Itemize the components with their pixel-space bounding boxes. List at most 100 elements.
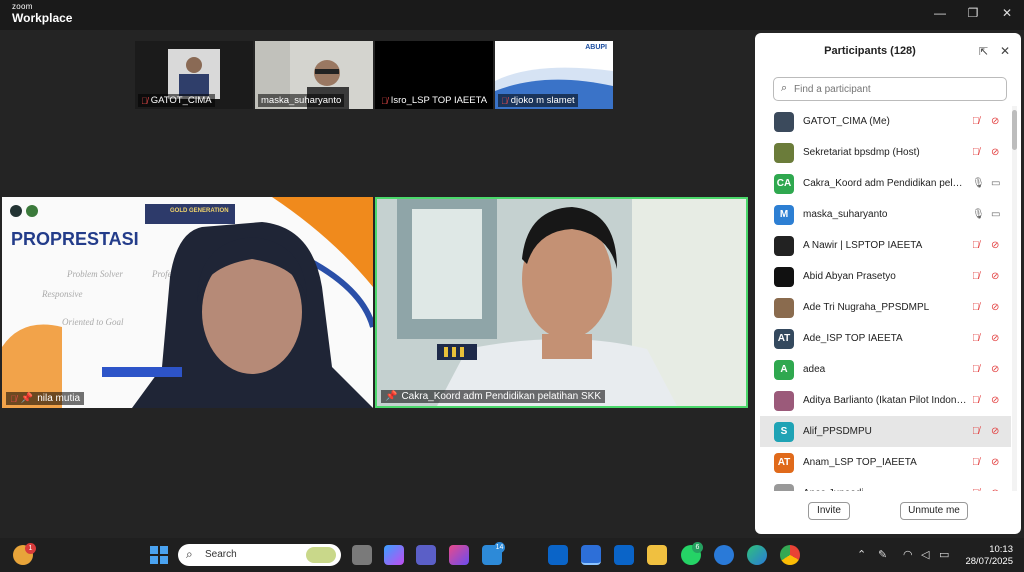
whatsapp-badge: 6	[692, 542, 703, 553]
scrollbar[interactable]	[1012, 106, 1017, 491]
popout-icon[interactable]: ⇱	[979, 45, 988, 58]
battery-icon[interactable]: ▭	[939, 548, 949, 561]
volume-icon[interactable]: ◁	[921, 548, 929, 561]
avatar	[774, 111, 794, 132]
camera-off-icon[interactable]: ⊘	[991, 426, 999, 437]
participant-row[interactable]: Aditya Barlianto (Ikatan Pilot Indone...…	[760, 385, 1011, 416]
participant-row[interactable]: CA Cakra_Koord adm Pendidikan pelati... 🎙 ▭	[760, 168, 1011, 199]
video-thumbnail-4[interactable]: ABUPI 🎙̸ djoko m slamet	[495, 41, 613, 109]
start-icon[interactable]	[149, 545, 169, 565]
participant-row[interactable]: Ade Tri Nugraha_PPSDMPL 🎙̸ ⊘	[760, 292, 1011, 323]
camera-off-icon[interactable]: ⊘	[991, 271, 999, 282]
participant-row[interactable]: GATOT_CIMA (Me) 🎙̸ ⊘	[760, 106, 1011, 137]
chevron-up-icon[interactable]: ⌃	[857, 548, 866, 561]
participant-row[interactable]: Aadea 🎙̸ ⊘	[760, 354, 1011, 385]
camera-off-icon[interactable]: ⊘	[991, 488, 999, 491]
copilot-icon[interactable]	[384, 545, 404, 565]
clock-date: 28/07/2025	[965, 556, 1013, 567]
clock[interactable]: 10:13 28/07/2025	[963, 544, 1013, 568]
thumbnail-name: 🎙̸ GATOT_CIMA	[138, 94, 215, 107]
thumbnail-name: 🎙̸ djoko m slamet	[498, 94, 578, 107]
camera-icon[interactable]: ▭	[991, 209, 1000, 220]
mic-muted-icon[interactable]: 🎙̸	[972, 488, 980, 491]
avatar: A	[774, 359, 794, 380]
camera-off-icon[interactable]: ⊘	[991, 333, 999, 344]
zoom-taskbar-icon[interactable]	[581, 545, 601, 565]
unmute-me-button[interactable]: Unmute me	[900, 502, 968, 520]
mic-muted-icon[interactable]: 🎙̸	[972, 116, 980, 127]
mic-muted-icon[interactable]: 🎙̸	[972, 457, 980, 468]
camera-icon[interactable]: ▭	[991, 178, 1000, 189]
video-tile-active-speaker[interactable]: 📌 Cakra_Koord adm Pendidikan pelatihan S…	[375, 197, 748, 408]
mic-muted-icon[interactable]: 🎙̸	[972, 302, 980, 313]
outlook-icon[interactable]	[548, 545, 568, 565]
video-thumbnail-3[interactable]: 🎙̸ Isro_LSP TOP IAEETA	[375, 41, 493, 109]
outlook-new-icon[interactable]	[614, 545, 634, 565]
avatar	[774, 235, 794, 256]
participant-name: Anam_LSP TOP_IAEETA	[803, 457, 917, 468]
svg-text:Oriented to Goal: Oriented to Goal	[62, 317, 124, 327]
participant-name: Ade_ISP TOP IAEETA	[803, 333, 903, 344]
close-button[interactable]: ✕	[997, 5, 1017, 21]
search-highlight-icon	[306, 547, 336, 563]
camera-off-icon[interactable]: ⊘	[991, 147, 999, 158]
minimize-button[interactable]: —	[930, 5, 950, 21]
m365-icon[interactable]	[449, 545, 469, 565]
store-icon[interactable]	[714, 545, 734, 565]
teams-icon[interactable]	[416, 545, 436, 565]
participant-row[interactable]: Abid Abyan Prasetyo 🎙̸ ⊘	[760, 261, 1011, 292]
muted-mic-icon: 🎙̸	[381, 95, 388, 106]
zoom-window: zoom Workplace — ❐ ✕ 🎙̸ GATOT_CIMA maska…	[0, 0, 1024, 572]
video-thumbnail-2[interactable]: maska_suharyanto	[255, 41, 373, 109]
camera-off-icon[interactable]: ⊘	[991, 395, 999, 406]
participant-row[interactable]: Mmaska_suharyanto 🎙 ▭	[760, 199, 1011, 230]
camera-off-icon[interactable]: ⊘	[991, 364, 999, 375]
camera-off-icon[interactable]: ⊘	[991, 457, 999, 468]
chrome-icon[interactable]	[780, 545, 800, 565]
edge-icon[interactable]	[747, 545, 767, 565]
camera-off-icon[interactable]: ⊘	[991, 116, 999, 127]
close-icon[interactable]: ✕	[1000, 44, 1010, 58]
wifi-icon[interactable]: ◠	[903, 548, 913, 561]
taskbar-search[interactable]: ⌕ Search	[178, 544, 341, 566]
participant-row[interactable]: S Alif_PPSDMPU 🎙̸ ⊘	[760, 416, 1011, 447]
abupi-logo-text: ABUPI	[585, 44, 607, 51]
search-input[interactable]	[794, 81, 999, 98]
mic-icon[interactable]: 🎙	[972, 209, 985, 220]
photos-badge: 14	[494, 542, 505, 553]
participant-row[interactable]: Anas Junaedi 🎙̸ ⊘	[760, 478, 1011, 491]
participant-row[interactable]: Sekretariat bpsdmp (Host) 🎙̸ ⊘	[760, 137, 1011, 168]
mic-muted-icon[interactable]: 🎙̸	[972, 333, 980, 344]
participant-name: maska_suharyanto	[803, 209, 888, 220]
participant-name: Alif_PPSDMPU	[803, 426, 872, 437]
participant-search[interactable]: ⌕	[773, 77, 1007, 101]
mic-muted-icon[interactable]: 🎙̸	[972, 426, 980, 437]
mic-icon[interactable]: 🎙	[972, 178, 985, 189]
file-explorer-icon[interactable]	[647, 545, 667, 565]
scrollbar-thumb[interactable]	[1012, 110, 1017, 150]
video-thumbnail-1[interactable]: 🎙̸ GATOT_CIMA	[135, 41, 253, 109]
participant-name: adea	[803, 364, 826, 375]
mic-muted-icon[interactable]: 🎙̸	[972, 147, 980, 158]
task-view-icon[interactable]	[352, 545, 372, 565]
mic-muted-icon[interactable]: 🎙̸	[972, 395, 980, 406]
pen-icon[interactable]: ✎	[878, 548, 887, 561]
participant-list[interactable]: GATOT_CIMA (Me) 🎙̸ ⊘ Sekretariat bpsdmp (Ho…	[760, 106, 1011, 491]
pin-icon: 📌	[20, 393, 34, 404]
restore-button[interactable]: ❐	[963, 5, 983, 21]
avatar: AT	[774, 452, 794, 473]
avatar	[774, 297, 794, 318]
clock-time: 10:13	[989, 544, 1013, 555]
camera-off-icon[interactable]: ⊘	[991, 240, 999, 251]
camera-off-icon[interactable]: ⊘	[991, 302, 999, 313]
participant-row[interactable]: AT Anam_LSP TOP_IAEETA 🎙̸ ⊘	[760, 447, 1011, 478]
participant-row[interactable]: A Nawir | LSPTOP IAEETA 🎙̸ ⊘	[760, 230, 1011, 261]
participant-row[interactable]: AT Ade_ISP TOP IAEETA 🎙̸ ⊘	[760, 323, 1011, 354]
mic-muted-icon[interactable]: 🎙̸	[972, 271, 980, 282]
mic-muted-icon[interactable]: 🎙̸	[972, 240, 980, 251]
invite-button[interactable]: Invite	[808, 502, 850, 520]
video-tile-left[interactable]: Problem Solver Profesional Responsive Or…	[2, 197, 373, 408]
pin-icon: 📌	[385, 391, 398, 402]
tile-name-right: 📌 Cakra_Koord adm Pendidikan pelatihan S…	[381, 390, 606, 403]
mic-muted-icon[interactable]: 🎙̸	[972, 364, 980, 375]
